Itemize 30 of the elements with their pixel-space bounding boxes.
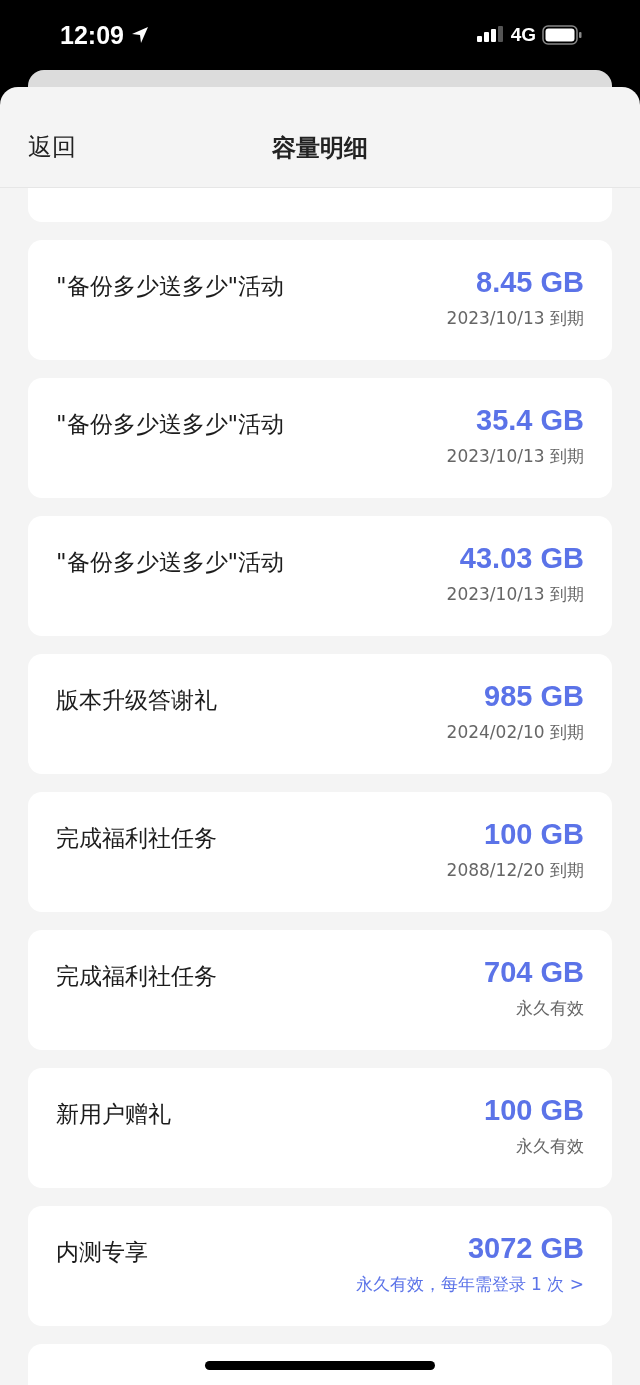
capacity-amount: 100 GB xyxy=(484,1094,584,1127)
item-title: 版本升级答谢礼 xyxy=(56,686,217,715)
validity-note: 2088/12/20 到期 xyxy=(446,859,584,882)
item-title: "备份多少送多少"活动 xyxy=(56,548,285,577)
network-type: 4G xyxy=(510,24,536,46)
status-time: 12:09 xyxy=(60,20,124,50)
capacity-amount: 100 GB xyxy=(484,818,584,851)
validity-note: 2023/10/13 到期 xyxy=(446,307,584,330)
battery-icon xyxy=(542,25,582,45)
validity-note: 2023/10/13 到期 xyxy=(446,583,584,606)
validity-note: 永久有效 xyxy=(516,997,584,1020)
item-title: "备份多少送多少"活动 xyxy=(56,272,285,301)
capacity-amount: 3072 GB xyxy=(467,1232,584,1265)
item-title: 完成福利社任务 xyxy=(56,962,217,991)
item-title: "备份多少送多少"活动 xyxy=(56,410,285,439)
capacity-amount: 704 GB xyxy=(484,956,584,989)
validity-note: 2023/10/13 到期 xyxy=(446,445,584,468)
validity-note: 2024/02/10 到期 xyxy=(446,721,584,744)
capacity-amount: 985 GB xyxy=(484,680,584,713)
validity-link[interactable]: 永久有效，每年需登录 1 次 > xyxy=(355,1273,584,1296)
validity-note: 永久有效 xyxy=(516,1135,584,1158)
capacity-amount: 35.4 GB xyxy=(476,404,584,437)
page-title: 容量明细 xyxy=(272,133,368,164)
capacity-amount: 43.03 GB xyxy=(459,542,584,575)
back-button[interactable]: 返回 xyxy=(28,131,76,163)
item-title: 完成福利社任务 xyxy=(56,824,217,853)
signal-icon xyxy=(476,26,505,44)
item-title: 内测专享 xyxy=(56,1238,148,1267)
capacity-amount: 8.45 GB xyxy=(476,266,584,299)
item-title: 新用户赠礼 xyxy=(56,1100,171,1129)
